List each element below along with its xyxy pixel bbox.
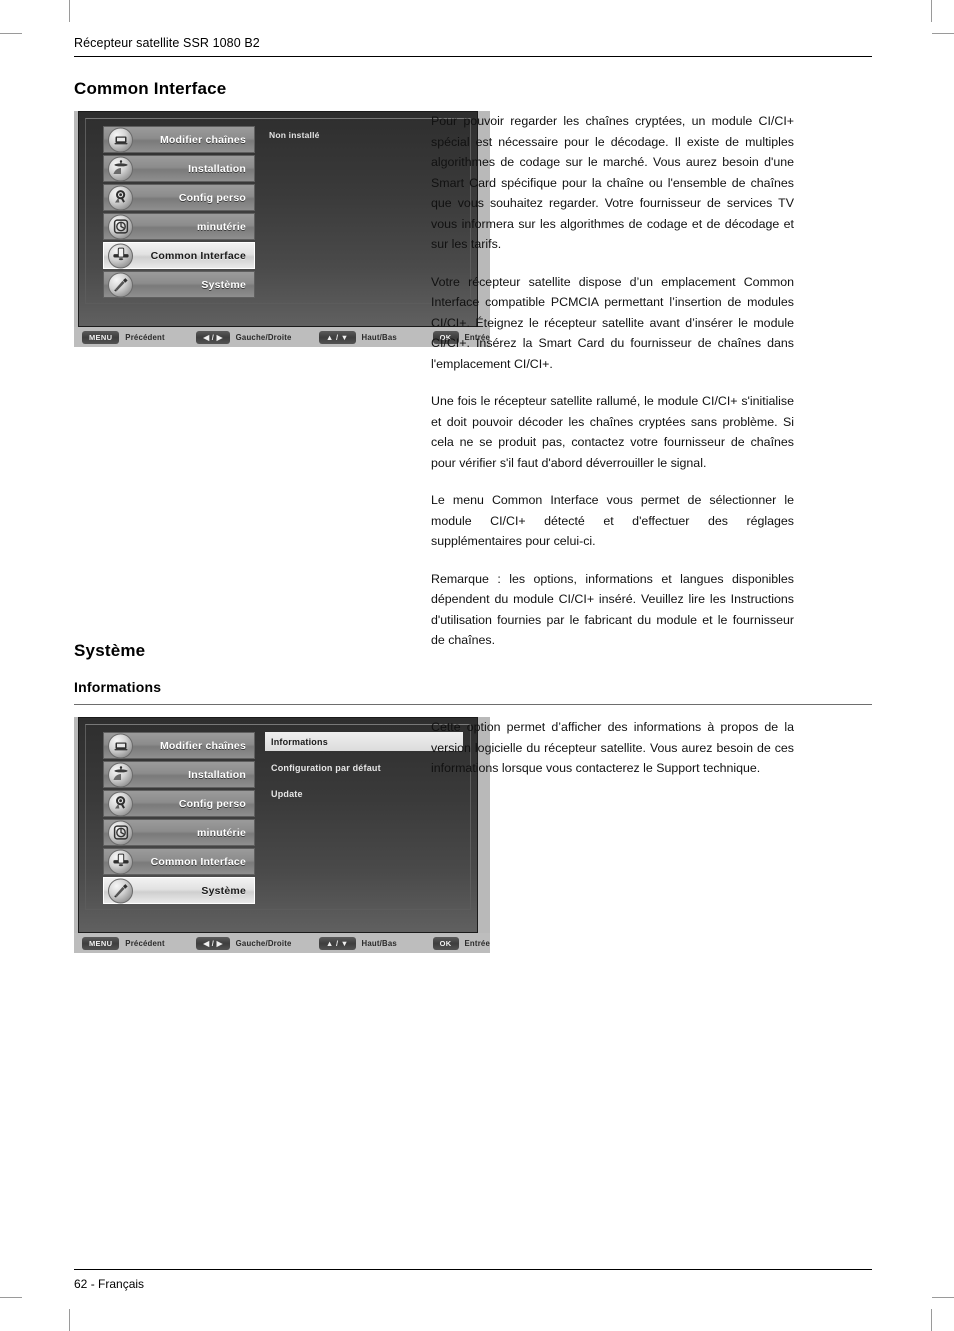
paragraph: Remarque : les options, informations et …	[431, 571, 794, 648]
osd-main-menu: Modifier chaînes Installation Config per…	[103, 732, 255, 906]
key-button-ok[interactable]: OK	[432, 936, 459, 950]
user-settings-icon	[108, 185, 133, 210]
key-action-label: Précédent	[125, 938, 165, 948]
crop-mark-bottom-right-horizontal	[932, 1297, 954, 1298]
footer-separator: -	[90, 1277, 95, 1291]
paragraph: Le menu Common Interface vous permet de …	[431, 493, 794, 548]
key-action-label: Haut/Bas	[361, 938, 397, 948]
menu-item-label: Installation	[188, 768, 246, 781]
key-hint-up-down: ▲ / ▼ Haut/Bas	[318, 936, 397, 950]
key-action-label: Gauche/Droite	[235, 332, 292, 342]
menu-item-systeme[interactable]: Système	[103, 877, 255, 904]
menu-item-config-perso[interactable]: Config perso	[103, 184, 255, 211]
menu-item-label: Système	[201, 884, 246, 897]
tools-icon	[108, 272, 133, 297]
key-hint-menu: MENU Précédent	[82, 330, 165, 344]
footer-language: Français	[98, 1277, 145, 1291]
crop-mark-bottom-right-vertical	[931, 1309, 932, 1331]
menu-item-label: minutérie	[196, 826, 246, 839]
menu-item-label: Modifier chaînes	[159, 133, 246, 146]
key-button-left-right[interactable]: ◀ / ▶	[196, 936, 230, 950]
osd-key-bar: MENU Précédent ◀ / ▶ Gauche/Droite ▲ / ▼…	[74, 327, 490, 347]
key-action-label: Gauche/Droite	[235, 938, 292, 948]
systeme-columns: Modifier chaînes Installation Config per…	[74, 717, 872, 953]
key-button-up-down[interactable]: ▲ / ▼	[318, 936, 356, 950]
submenu-item-label: Informations	[271, 736, 328, 747]
menu-item-minuterie[interactable]: minutérie	[103, 213, 255, 240]
card-slot-icon	[108, 243, 133, 268]
key-button-menu[interactable]: MENU	[82, 936, 120, 950]
footer-content: 62 - Français	[74, 1270, 872, 1291]
clock-timer-icon	[108, 820, 133, 845]
clock-timer-icon	[108, 214, 133, 239]
page-footer: 62 - Français	[74, 1269, 872, 1291]
paragraph: Votre récepteur satellite dispose d’un e…	[431, 274, 794, 371]
satellite-dish-icon	[108, 762, 133, 787]
subsection-title-informations: Informations	[74, 679, 162, 695]
key-hint-menu: MENU Précédent	[82, 936, 165, 950]
submenu-item-label: Update	[271, 788, 303, 799]
tools-icon	[108, 878, 133, 903]
osd-screen: Modifier chaînes Installation Config per…	[78, 717, 478, 933]
osd-screen: Modifier chaînes Installation Config per…	[78, 111, 478, 327]
crop-mark-bottom-left-vertical	[69, 1309, 70, 1331]
user-settings-icon	[108, 791, 133, 816]
submenu-item-update[interactable]: Update	[265, 784, 463, 803]
menu-item-modifier-chaines[interactable]: Modifier chaînes	[103, 732, 255, 759]
menu-item-common-interface[interactable]: Common Interface	[103, 848, 255, 875]
systeme-body-text: Cette option permet d’afficher des infor…	[431, 717, 794, 779]
manual-page: Récepteur satellite SSR 1080 B2 Common I…	[74, 36, 872, 1291]
menu-item-installation[interactable]: Installation	[103, 761, 255, 788]
menu-item-label: Config perso	[178, 797, 246, 810]
menu-item-label: Installation	[188, 162, 246, 175]
common-interface-body-text: Pour pouvoir regarder les chaînes crypté…	[431, 111, 794, 651]
crop-mark-top-right-horizontal	[932, 33, 954, 34]
crop-mark-bottom-left-horizontal	[0, 1297, 22, 1298]
osd-key-bar: MENU Précédent ◀ / ▶ Gauche/Droite ▲ / ▼…	[74, 933, 490, 953]
crop-mark-top-left-horizontal	[0, 33, 22, 34]
menu-item-label: minutérie	[196, 220, 246, 233]
menu-item-label: Système	[201, 278, 246, 291]
menu-item-systeme[interactable]: Système	[103, 271, 255, 298]
osd-main-menu: Modifier chaînes Installation Config per…	[103, 126, 255, 300]
satellite-dish-icon	[108, 156, 133, 181]
page-title-common-interface: Common Interface	[74, 79, 227, 98]
subsection-rule	[74, 704, 872, 705]
key-hint-up-down: ▲ / ▼ Haut/Bas	[318, 330, 397, 344]
menu-item-common-interface[interactable]: Common Interface	[103, 242, 255, 269]
key-button-menu[interactable]: MENU	[82, 330, 120, 344]
menu-item-installation[interactable]: Installation	[103, 155, 255, 182]
menu-item-label: Modifier chaînes	[159, 739, 246, 752]
page-number: 62	[74, 1277, 88, 1291]
screenshot-systeme: Modifier chaînes Installation Config per…	[74, 717, 490, 953]
key-button-up-down[interactable]: ▲ / ▼	[318, 330, 356, 344]
key-hint-left-right: ◀ / ▶ Gauche/Droite	[196, 936, 292, 950]
paragraph: Pour pouvoir regarder les chaînes crypté…	[431, 114, 794, 251]
crop-mark-top-right-vertical	[931, 0, 932, 22]
screenshot-common-interface: Modifier chaînes Installation Config per…	[74, 111, 490, 347]
menu-item-minuterie[interactable]: minutérie	[103, 819, 255, 846]
tv-screen-icon	[108, 127, 133, 152]
crop-mark-top-left-vertical	[69, 0, 70, 22]
key-hint-ok: OK Entrée	[432, 936, 490, 950]
key-hint-left-right: ◀ / ▶ Gauche/Droite	[196, 330, 292, 344]
running-head: Récepteur satellite SSR 1080 B2	[74, 36, 260, 50]
menu-item-label: Common Interface	[150, 249, 246, 262]
card-slot-icon	[108, 849, 133, 874]
menu-item-label: Common Interface	[150, 855, 246, 868]
key-button-left-right[interactable]: ◀ / ▶	[196, 330, 230, 344]
paragraph: Cette option permet d’afficher des infor…	[431, 720, 794, 775]
menu-item-config-perso[interactable]: Config perso	[103, 790, 255, 817]
key-action-label: Entrée	[464, 938, 490, 948]
submenu-item-label: Configuration par défaut	[271, 762, 381, 773]
tv-screen-icon	[108, 733, 133, 758]
paragraph: Une fois le récepteur satellite rallumé,…	[431, 394, 794, 470]
menu-item-modifier-chaines[interactable]: Modifier chaînes	[103, 126, 255, 153]
header-rule	[74, 56, 872, 57]
key-action-label: Précédent	[125, 332, 165, 342]
common-interface-columns: Modifier chaînes Installation Config per…	[74, 111, 872, 647]
key-action-label: Haut/Bas	[361, 332, 397, 342]
menu-item-label: Config perso	[178, 191, 246, 204]
